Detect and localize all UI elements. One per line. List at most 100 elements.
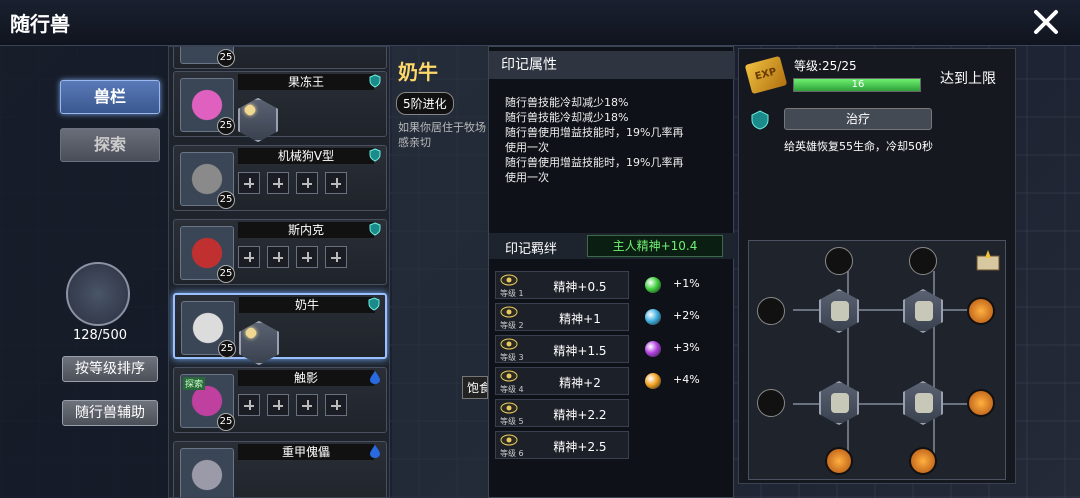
orb-icon xyxy=(645,341,661,357)
add-mark-icon[interactable] xyxy=(238,394,260,416)
stat-value: 精神+1.5 xyxy=(553,344,607,358)
feed-button[interactable]: 饱食 xyxy=(462,376,488,399)
pet-name-title: 奶牛 xyxy=(398,60,438,84)
add-mark-icon[interactable] xyxy=(325,246,347,268)
orb-value: +1% xyxy=(673,277,700,290)
pet-card-partial[interactable]: 25 xyxy=(173,47,387,69)
mark-socket[interactable] xyxy=(903,289,943,333)
mark-tree-panel xyxy=(748,240,1006,480)
popup-line: 随行兽使用增益技能时，19%几率再 xyxy=(505,126,684,139)
popup-line: 使用一次 xyxy=(505,141,549,154)
add-mark-icon[interactable] xyxy=(267,394,289,416)
pet-count: 128/500 xyxy=(72,328,127,343)
desc-line-1: 如果你居住于牧场 xyxy=(398,121,486,134)
orb-icon xyxy=(645,373,661,389)
add-mark-icon[interactable] xyxy=(267,172,289,194)
level-label: 等级 2 xyxy=(500,321,524,330)
eye-icon xyxy=(500,306,518,318)
add-mark-icon[interactable] xyxy=(296,394,318,416)
mark-gem-icon[interactable] xyxy=(238,98,278,142)
explore-tag: 探索 xyxy=(183,377,206,390)
pet-name: 机械狗V型 xyxy=(238,148,374,164)
stat-value: 精神+2 xyxy=(559,376,601,390)
tab-explore[interactable]: 探索 xyxy=(60,128,160,162)
eye-icon xyxy=(500,370,518,382)
level-label: 等级 1 xyxy=(500,289,524,298)
pet-portrait xyxy=(180,448,234,497)
mark-gem-icon[interactable] xyxy=(239,321,279,365)
stat-value: 精神+2.5 xyxy=(553,440,607,454)
pet-level-badge: 25 xyxy=(217,191,235,209)
pet-portrait: 25 xyxy=(180,226,235,283)
orb-value: +2% xyxy=(673,309,700,322)
mark-socket[interactable] xyxy=(903,381,943,425)
pet-card[interactable]: 25 果冻王 xyxy=(173,71,387,142)
orange-node-icon[interactable] xyxy=(909,447,937,475)
add-mark-icon[interactable] xyxy=(325,394,347,416)
add-mark-icon[interactable] xyxy=(267,246,289,268)
eye-icon xyxy=(500,274,518,286)
book-icon[interactable] xyxy=(975,248,1001,274)
mark-level-row: 等级 1 精神+0.5 xyxy=(495,271,629,299)
skill-name-button[interactable]: 治疗 xyxy=(784,108,932,130)
mark-level-row: 等级 2 精神+1 xyxy=(495,303,629,331)
pet-portrait: 25 xyxy=(181,301,236,358)
pet-card[interactable]: 25 奶牛 xyxy=(173,293,387,365)
add-mark-icon[interactable] xyxy=(325,172,347,194)
pet-name: 奶牛 xyxy=(239,297,375,313)
mark-level-row: 等级 5 精神+2.2 xyxy=(495,399,629,427)
add-mark-icon[interactable] xyxy=(238,172,260,194)
pet-card[interactable]: 重甲傀儡 xyxy=(173,441,387,497)
add-mark-icon[interactable] xyxy=(238,246,260,268)
bond-value: 主人精神+10.4 xyxy=(587,235,723,257)
add-mark-icon[interactable] xyxy=(296,246,318,268)
popup-line: 随行兽技能冷却减少18% xyxy=(505,111,629,124)
pet-level-badge: 25 xyxy=(217,117,235,135)
orange-node-icon[interactable] xyxy=(825,447,853,475)
bond-label: 印记羁绊 xyxy=(505,242,558,257)
eye-node-icon[interactable] xyxy=(757,389,785,417)
popup-text: 随行兽技能冷却减少18% 随行兽技能冷却减少18% 随行兽使用增益技能时，19%… xyxy=(505,95,727,185)
eye-node-icon[interactable] xyxy=(825,247,853,275)
level-label: 等级 5 xyxy=(500,417,524,426)
pet-portrait: 探索 25 xyxy=(180,374,235,431)
eye-node-icon[interactable] xyxy=(909,247,937,275)
eye-icon xyxy=(500,338,518,350)
skill-description: 给英雄恢复55生命，冷却50秒 xyxy=(784,140,933,153)
pet-card[interactable]: 25 机械狗V型 xyxy=(173,145,387,211)
bond-bar: 印记羁绊 主人精神+10.4 xyxy=(489,233,735,259)
orange-node-icon[interactable] xyxy=(967,389,995,417)
pet-description: 如果你居住于牧场 感亲切 xyxy=(398,120,490,150)
pet-name: 触影 xyxy=(238,370,374,386)
popup-line: 随行兽使用增益技能时，19%几率再 xyxy=(505,156,684,169)
skill-shield-icon xyxy=(751,110,769,130)
stat-value: 精神+0.5 xyxy=(553,280,607,294)
popup-line: 使用一次 xyxy=(505,171,549,184)
pet-portrait: 25 xyxy=(180,47,235,67)
shield-icon xyxy=(369,148,381,162)
tab-pen[interactable]: 兽栏 xyxy=(60,80,160,114)
pet-card[interactable]: 25 斯内克 xyxy=(173,219,387,285)
sort-by-level-button[interactable]: 按等级排序 xyxy=(62,356,158,382)
pet-level-badge: 25 xyxy=(217,413,235,431)
desc-line-2: 感亲切 xyxy=(398,136,431,149)
mark-socket[interactable] xyxy=(819,381,859,425)
close-icon[interactable] xyxy=(1030,6,1062,38)
add-mark-icon[interactable] xyxy=(296,172,318,194)
mark-attributes-popup: 印记属性 随行兽技能冷却减少18% 随行兽技能冷却减少18% 随行兽使用增益技能… xyxy=(488,46,735,498)
pet-assist-button[interactable]: 随行兽辅助 xyxy=(62,400,158,426)
eye-icon xyxy=(500,434,518,446)
mark-level-row: 等级 3 精神+1.5 xyxy=(495,335,629,363)
pet-portrait: 25 xyxy=(180,152,235,209)
orange-node-icon[interactable] xyxy=(967,297,995,325)
mark-socket[interactable] xyxy=(819,289,859,333)
level-label: 等级 4 xyxy=(500,385,524,394)
orb-value: +4% xyxy=(673,373,700,386)
orb-value: +3% xyxy=(673,341,700,354)
pet-list[interactable]: 25 25 果冻王 25 机械狗V型 25 斯内克 25 奶牛 探索 25 触影 重甲傀儡 xyxy=(168,46,390,498)
page-title: 随行兽 xyxy=(10,12,70,36)
eye-node-icon[interactable] xyxy=(757,297,785,325)
drop-icon xyxy=(370,445,380,458)
pet-level-badge: 25 xyxy=(218,340,236,358)
pet-card[interactable]: 探索 25 触影 xyxy=(173,367,387,433)
